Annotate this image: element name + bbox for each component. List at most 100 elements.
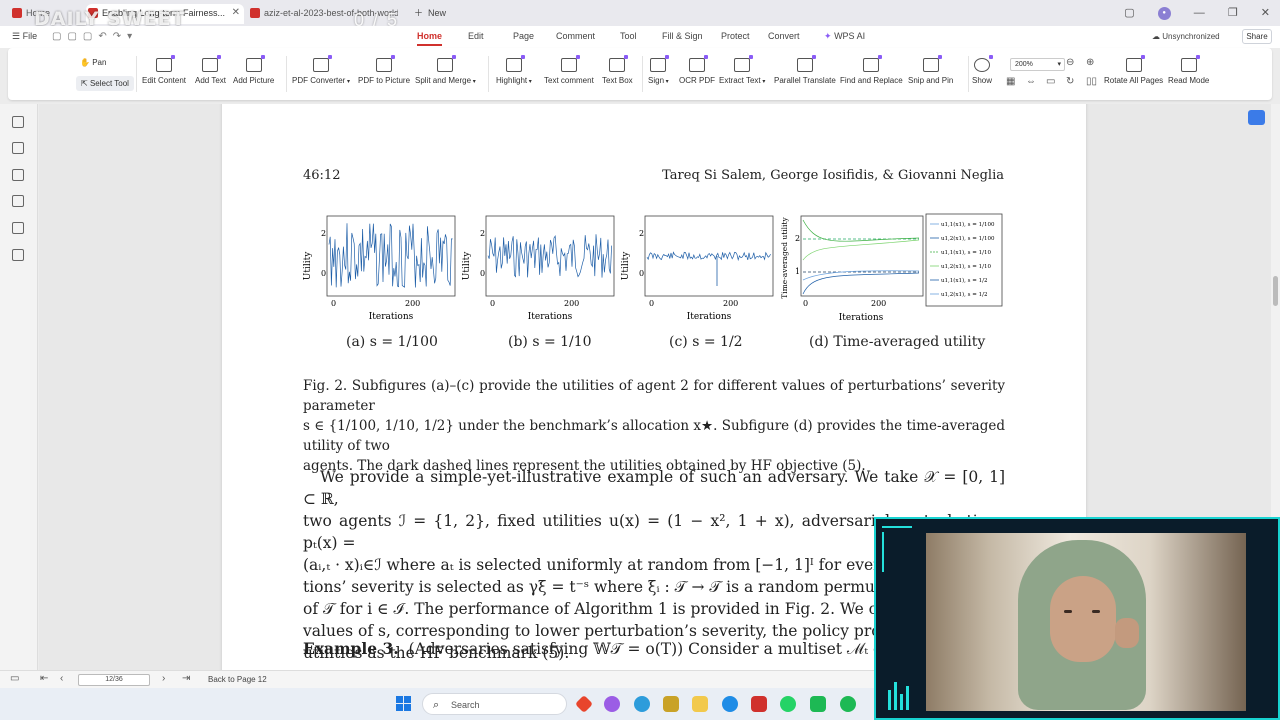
spotify-icon[interactable] <box>840 696 856 712</box>
rotate-icon[interactable]: ↻ <box>1066 76 1074 87</box>
sidebar-toggle-icon[interactable]: ▭ <box>10 673 19 684</box>
menu-wps-ai[interactable]: ✦ WPS AI <box>824 31 865 42</box>
file-menu[interactable]: ☰ File <box>12 31 37 42</box>
tool-label: Sign <box>648 76 665 85</box>
tool-label: Extract Text <box>719 76 761 85</box>
sign-tool[interactable]: Sign <box>648 55 670 85</box>
subfig-caption-c: (c) s = 1/2 <box>669 334 743 350</box>
menu-comment[interactable]: Comment <box>556 31 595 41</box>
menu-home[interactable]: Home <box>417 31 443 46</box>
text-box-tool[interactable]: Text Box <box>602 55 633 85</box>
snip-icon <box>922 55 942 72</box>
example-text: (Adversaries satisfying 𝕎𝒯 = o(T)) Consi… <box>408 640 882 658</box>
select-label: Select Tool <box>89 79 129 88</box>
comment-panel-icon[interactable] <box>12 169 24 181</box>
menu-page[interactable]: Page <box>513 31 534 41</box>
edit-content-tool[interactable]: Edit Content <box>142 55 186 85</box>
zoom-select[interactable]: 200% <box>1010 58 1065 71</box>
x-axis-label: Iterations <box>528 312 573 322</box>
app-icon-blue[interactable] <box>634 696 650 712</box>
ai-sparkle-icon: ✦ <box>824 31 832 41</box>
menu-tool[interactable]: Tool <box>620 31 637 41</box>
app-icon-purple[interactable] <box>604 696 620 712</box>
find-replace-tool[interactable]: Find and Replace <box>840 55 903 85</box>
text-comment-tool[interactable]: Text comment <box>544 55 594 85</box>
hand-icon: ✋ <box>80 58 90 67</box>
x-tick-label: 200 <box>723 299 738 308</box>
avatar[interactable]: ● <box>1157 6 1171 20</box>
page-indicator-input[interactable]: 12/36 <box>78 674 150 686</box>
signature-panel-icon[interactable] <box>12 222 24 234</box>
single-page-icon[interactable]: ▭ <box>1046 76 1055 87</box>
last-page-icon[interactable]: ⇥ <box>182 673 190 684</box>
whatsapp-icon[interactable] <box>780 696 796 712</box>
file-label: File <box>22 31 38 41</box>
plot-a: Utility 2 0 0 200 Iterations <box>303 215 456 322</box>
tool-label: Snip and Pin <box>908 76 954 85</box>
layers-icon[interactable] <box>12 249 24 261</box>
extract-text-tool[interactable]: Extract Text <box>719 55 765 85</box>
thumbnail-icon[interactable] <box>12 142 24 154</box>
split-merge-tool[interactable]: Split and Merge <box>415 55 476 85</box>
menu-protect[interactable]: Protect <box>721 31 750 41</box>
prev-page-icon[interactable]: ‹ <box>60 673 63 684</box>
split-merge-icon <box>437 55 457 72</box>
rotate-pages-icon <box>1125 55 1145 72</box>
ocr-pdf-tool[interactable]: OCR PDF <box>679 55 715 85</box>
first-page-icon[interactable]: ⇤ <box>40 673 48 684</box>
select-tool[interactable]: ⇱ Select Tool <box>76 76 134 91</box>
app-icon-green[interactable] <box>810 696 826 712</box>
store-icon[interactable] <box>663 696 679 712</box>
add-picture-tool[interactable]: Add Picture <box>233 55 274 85</box>
wps-taskbar-icon[interactable] <box>751 696 767 712</box>
pdf-to-picture-tool[interactable]: PDF to Picture <box>358 55 410 85</box>
cursor-icon: ⇱ <box>81 79 88 88</box>
x-axis-label: Iterations <box>839 313 884 323</box>
fit-width-icon[interactable]: ⇔ <box>1026 76 1036 87</box>
minimize-icon[interactable]: — <box>1194 7 1205 19</box>
sync-status[interactable]: ☁ Unsynchronized <box>1152 32 1220 41</box>
pan-label: Pan <box>92 58 107 67</box>
folder-icon[interactable] <box>692 696 708 712</box>
pdf-converter-tool[interactable]: PDF Converter <box>292 55 350 85</box>
highlight-tool[interactable]: Highlight <box>496 55 532 85</box>
y-axis-label: Utility <box>303 251 313 280</box>
add-text-tool[interactable]: Add Text <box>195 55 226 85</box>
tool-label: Split and Merge <box>415 76 472 85</box>
back-to-page-link[interactable]: Back to Page 12 <box>208 675 267 684</box>
app-icon-red[interactable] <box>574 694 594 714</box>
show-tool[interactable]: Show <box>972 55 993 85</box>
menu-edit[interactable]: Edit <box>468 31 484 41</box>
tool-label: Add Text <box>195 76 226 85</box>
menu-fill-sign[interactable]: Fill & Sign <box>662 31 703 41</box>
floating-translate-icon[interactable] <box>1248 110 1265 125</box>
tool-label: Find and Replace <box>840 76 903 85</box>
quick-access-icons[interactable]: ▢▢▢↶↷▾ <box>52 31 138 42</box>
close-window-icon[interactable]: ✕ <box>1261 7 1270 19</box>
taskbar-search[interactable]: ⌕ Search <box>422 693 567 715</box>
bookmark-icon[interactable] <box>12 116 24 128</box>
menu-convert[interactable]: Convert <box>768 31 800 41</box>
share-button[interactable]: Share <box>1242 29 1272 44</box>
scroll-thumb[interactable] <box>1273 276 1278 306</box>
snip-pin-tool[interactable]: Snip and Pin <box>908 55 954 85</box>
wps-logo-icon <box>12 8 22 18</box>
menu-bar: ☰ File ▢▢▢↶↷▾ Home Edit Page Comment Too… <box>0 26 1280 48</box>
two-page-icon[interactable]: ▯▯ <box>1086 76 1097 87</box>
read-mode-tool[interactable]: Read Mode <box>1168 55 1209 85</box>
windows-start-icon[interactable] <box>396 696 412 712</box>
close-tab-icon[interactable]: ✕ <box>232 4 240 22</box>
maximize-icon[interactable]: ❐ <box>1228 7 1238 19</box>
next-page-icon[interactable]: › <box>162 673 165 684</box>
fit-page-icon[interactable]: ▦ <box>1006 76 1015 87</box>
tool-label: PDF Converter <box>292 76 346 85</box>
edge-icon[interactable] <box>722 696 738 712</box>
attachment-icon[interactable] <box>12 195 24 207</box>
new-tab-button[interactable]: ＋ New <box>414 6 446 19</box>
rotate-all-pages-tool[interactable]: Rotate All Pages <box>1104 55 1163 85</box>
restore-icon[interactable]: ▢ <box>1124 7 1134 19</box>
parallel-translate-tool[interactable]: Parallel Translate <box>774 55 836 85</box>
zoom-out-icon[interactable]: ⊖ <box>1066 57 1074 68</box>
pan-tool[interactable]: ✋ Pan <box>80 58 106 67</box>
zoom-in-icon[interactable]: ⊕ <box>1086 57 1094 68</box>
